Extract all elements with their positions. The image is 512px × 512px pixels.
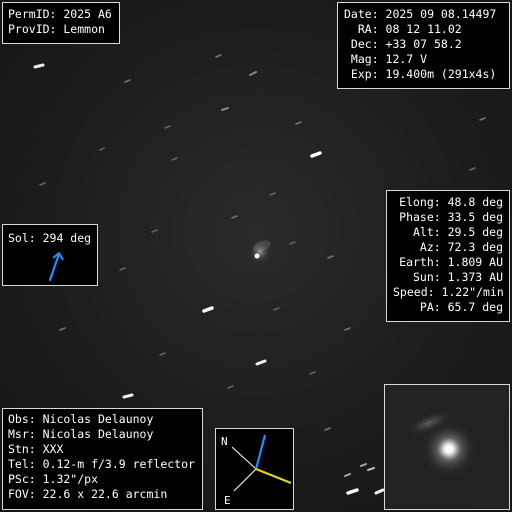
geo-az: Az: 72.3 deg bbox=[419, 240, 503, 254]
geo-alt: Alt: 29.5 deg bbox=[412, 225, 503, 239]
sun-direction-box: Sol: 294 deg bbox=[2, 224, 98, 286]
star-trail bbox=[309, 371, 316, 375]
obs-dec: Dec: +33 07 58.2 bbox=[344, 37, 462, 51]
star-trail bbox=[124, 79, 131, 83]
obs-mag: Mag: 12.7 V bbox=[344, 52, 428, 66]
star-trail bbox=[327, 255, 334, 259]
star-trail bbox=[39, 182, 46, 186]
star-trail bbox=[346, 488, 359, 495]
star-trail bbox=[151, 229, 158, 233]
compass-rose-icon: N E bbox=[221, 434, 292, 507]
observer-stn: Stn: XXX bbox=[8, 442, 64, 456]
star-trail bbox=[119, 267, 126, 271]
north-line bbox=[231, 446, 257, 470]
star-trail bbox=[255, 359, 267, 366]
observer-box: Obs: Nicolas Delaunoy Msr: Nicolas Delau… bbox=[2, 408, 203, 510]
geo-speed: Speed: 1.22"/min bbox=[393, 285, 504, 299]
geo-elong: Elong: 48.8 deg bbox=[399, 195, 503, 209]
star-trail bbox=[324, 427, 331, 431]
comet bbox=[246, 238, 274, 266]
sol-label: Sol: 294 deg bbox=[8, 231, 92, 245]
obs-ra: RA: 08 12 11.02 bbox=[344, 22, 462, 36]
star-trail bbox=[227, 385, 234, 389]
star-trail bbox=[215, 54, 222, 58]
star-trail bbox=[273, 307, 280, 311]
obs-date: Date: 2025 09 08.14497 bbox=[344, 7, 497, 21]
star-trail bbox=[59, 327, 66, 331]
star-trail bbox=[171, 157, 178, 161]
star-trail bbox=[99, 147, 105, 151]
geo-earth: Earth: 1.809 AU bbox=[399, 255, 503, 269]
identity-box: PermID: 2025 A6 ProvID: Lemmon bbox=[2, 2, 120, 44]
geo-pa: PA: 65.7 deg bbox=[419, 300, 503, 314]
perm-id: PermID: 2025 A6 bbox=[8, 7, 112, 21]
east-line bbox=[233, 468, 257, 492]
star-trail bbox=[289, 241, 296, 245]
compass-box: N E bbox=[215, 428, 294, 510]
observer-tel: Tel: 0.12-m f/3.9 reflector bbox=[8, 457, 195, 471]
star-trail bbox=[310, 151, 322, 158]
observer-fov: FOV: 22.6 x 22.6 arcmin bbox=[8, 487, 168, 501]
north-label: N bbox=[221, 435, 228, 448]
geo-sun: Sun: 1.373 AU bbox=[412, 270, 503, 284]
star-trail bbox=[231, 215, 238, 219]
sun-direction-arrow-icon bbox=[48, 252, 64, 282]
star-trail bbox=[159, 352, 166, 356]
position-angle-line bbox=[255, 467, 292, 485]
star-trail bbox=[221, 107, 229, 111]
comet-image-frame: PermID: 2025 A6 ProvID: Lemmon Date: 202… bbox=[0, 0, 512, 512]
star-trail bbox=[367, 467, 375, 471]
comet-zoom-inset bbox=[384, 384, 510, 510]
star-trail bbox=[469, 167, 476, 171]
star-trail bbox=[360, 463, 367, 467]
star-trail bbox=[295, 121, 302, 125]
star-trail bbox=[122, 393, 134, 399]
observer-msr: Msr: Nicolas Delaunoy bbox=[8, 427, 154, 441]
geo-phase: Phase: 33.5 deg bbox=[399, 210, 503, 224]
comet-zoom-image bbox=[385, 385, 509, 509]
star-trail bbox=[344, 473, 351, 477]
geometry-box: Elong: 48.8 deg Phase: 33.5 deg Alt: 29.… bbox=[386, 190, 510, 322]
east-label: E bbox=[224, 494, 231, 507]
star-trail bbox=[164, 125, 171, 129]
obs-exp: Exp: 19.400m (291x4s) bbox=[344, 67, 497, 81]
star-trail bbox=[269, 192, 276, 196]
observer-psc: PSc: 1.32"/px bbox=[8, 472, 99, 486]
star-trail bbox=[479, 117, 486, 121]
star-trail bbox=[374, 488, 385, 495]
star-trail bbox=[33, 63, 45, 69]
star-trail bbox=[344, 327, 351, 331]
observation-box: Date: 2025 09 08.14497 RA: 08 12 11.02 D… bbox=[337, 2, 510, 89]
star-trail bbox=[202, 306, 214, 313]
star-trail bbox=[249, 71, 257, 76]
motion-direction-line bbox=[254, 434, 267, 470]
observer-obs: Obs: Nicolas Delaunoy bbox=[8, 412, 154, 426]
prov-id: ProvID: Lemmon bbox=[8, 22, 105, 36]
